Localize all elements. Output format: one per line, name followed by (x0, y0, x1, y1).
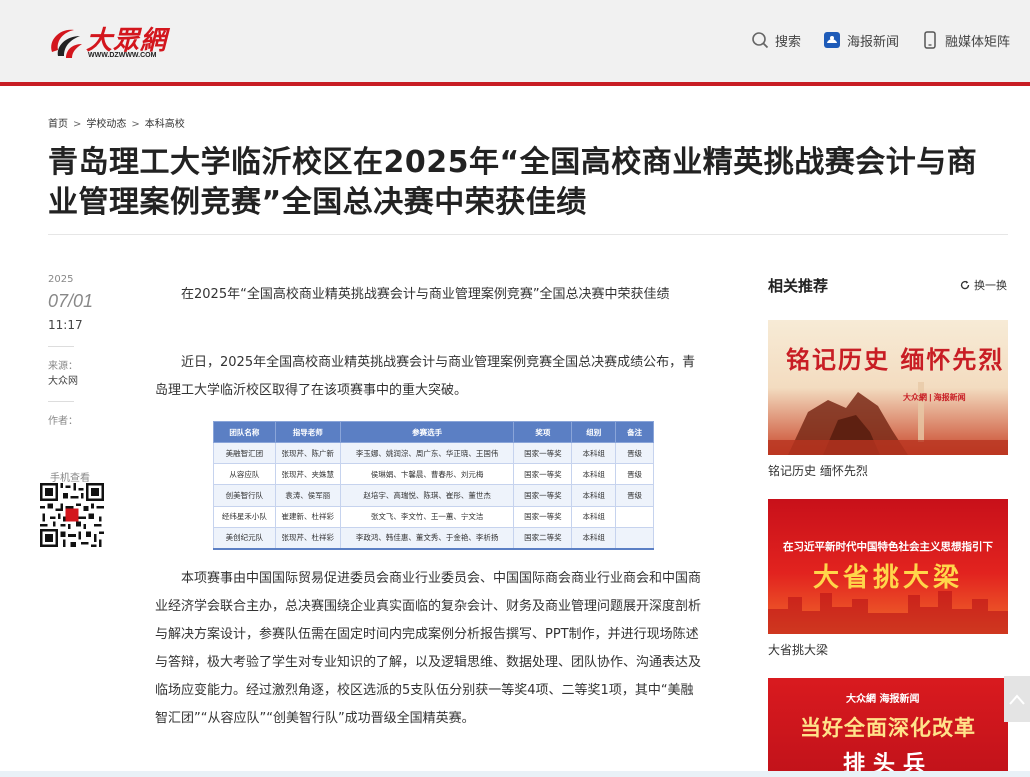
article-paragraph: 在2025年“全国高校商业精英挑战赛会计与商业管理案例竞赛”全国总决赛中荣获佳绩 (181, 287, 670, 302)
meta-source: 大众网 (48, 376, 78, 387)
table-cell: 国家一等奖 (513, 505, 573, 528)
table-cell: 创美智行队 (213, 484, 276, 507)
header-nav: 搜索 海报新闻 融媒体矩阵 (751, 28, 1010, 52)
recommend-card-image[interactable]: 铭记历史 缅怀先烈 大众網 | 海报新闻 (768, 320, 1008, 455)
table-header: 指导老师 (274, 421, 341, 443)
refresh-icon (960, 280, 970, 290)
table-cell: 本科组 (571, 526, 617, 550)
monument-illustration-icon: 大众網 | 海报新闻 (768, 382, 1008, 455)
card-image-subtitle: 大众網 海报新闻 (846, 694, 920, 705)
back-to-top-button[interactable] (1004, 676, 1030, 722)
table-cell: 张文飞、李文竹、王一蕙、宁文洁 (339, 505, 515, 528)
table-cell: 美融智汇团 (213, 441, 276, 465)
article-meta: 2025 07/01 11:17 来源： 大众网 作者： (48, 274, 128, 427)
breadcrumb-school-news[interactable]: 学校动态 (86, 119, 126, 130)
table-cell: 赵培宇、高瑞悦、陈琪、崔彤、董世杰 (339, 484, 515, 507)
table-cell: 李政鸿、韩佳惠、董文秀、于金艳、李析扬 (339, 526, 515, 550)
table-row: 从容应队 张现芹、夹姝慧 侯琳娟、卞馨晨、曹春彤、刘元梅 国家一等奖 本科组 晋… (213, 463, 654, 486)
nav-search-label: 搜索 (774, 34, 801, 50)
table-cell: 侯琳娟、卞馨晨、曹春彤、刘元梅 (339, 463, 515, 486)
table-cell: 本科组 (571, 484, 617, 507)
meta-divider (48, 346, 74, 347)
logo-swoosh-icon (51, 29, 82, 58)
refresh-button[interactable]: 换一换 (960, 277, 1007, 293)
sidebar-title: 相关推荐 (768, 277, 829, 295)
table-cell: 美创纪元队 (213, 526, 276, 550)
article-paragraph: 本项赛事由中国国际贸易促进委员会商业行业委员会、中国国际商会商业行业商会和中国商… (155, 571, 702, 726)
table-header-row: 团队名称 指导老师 参赛选手 奖项 组别 备注 (213, 421, 654, 443)
top-header: 大眾網 WWW.DZWWW.COM 搜索 海报新闻 融媒体矩阵 (0, 0, 1030, 82)
table-cell: 从容应队 (213, 463, 276, 486)
table-cell: 国家一等奖 (513, 463, 573, 486)
table-cell: 经纬星禾小队 (213, 505, 276, 528)
article-paragraph: 近日，2025年全国高校商业精英挑战赛会计与商业管理案例竞赛全国总决赛成绩公布，… (155, 355, 696, 398)
table-cell: 本科组 (571, 463, 617, 486)
logo-url: WWW.DZWWW.COM (88, 52, 157, 59)
meta-author-label: 作者： (48, 416, 78, 427)
search-icon (752, 32, 769, 49)
table-cell: 本科组 (571, 441, 617, 465)
table-header: 团队名称 (213, 421, 276, 443)
table-header: 备注 (615, 421, 654, 443)
table-cell (615, 505, 654, 528)
city-skyline-icon (768, 591, 1008, 634)
table-cell: 国家一等奖 (513, 441, 573, 465)
breadcrumb-home[interactable]: 首页 (48, 119, 68, 130)
nav-haibao-label: 海报新闻 (846, 34, 899, 50)
recommend-card-caption[interactable]: 铭记历史 缅怀先烈 (768, 462, 868, 479)
nav-search[interactable]: 搜索 (751, 31, 801, 50)
title-divider (48, 234, 1008, 235)
table-cell (615, 526, 654, 550)
site-logo[interactable]: 大眾網 WWW.DZWWW.COM (46, 20, 166, 64)
nav-matrix[interactable]: 融媒体矩阵 (921, 31, 1010, 50)
nav-matrix-label: 融媒体矩阵 (944, 34, 1010, 50)
table-row: 创美智行队 袁涛、侯军丽 赵培宇、高瑞悦、陈琪、崔彤、董世杰 国家一等奖 本科组… (213, 484, 654, 507)
meta-date: 07/01 (48, 291, 94, 311)
meta-divider (48, 401, 74, 402)
table-cell: 国家二等奖 (513, 526, 573, 550)
table-cell: 晋级 (615, 441, 654, 465)
table-cell: 本科组 (571, 505, 617, 528)
recommend-card-caption[interactable]: 大省挑大梁 (768, 641, 828, 658)
table-cell: 张现芹、杜祥彩 (274, 526, 341, 550)
page-title: 青岛理工大学临沂校区在2025年“全国高校商业精英挑战赛会计与商业管理案例竞赛”… (48, 145, 978, 220)
table-header: 参赛选手 (339, 421, 515, 443)
table-row: 经纬星禾小队 崔建新、杜祥彩 张文飞、李文竹、王一蕙、宁文洁 国家一等奖 本科组 (213, 505, 654, 528)
table-cell: 晋级 (615, 484, 654, 507)
header-divider (0, 82, 1030, 86)
table-row: 美融智汇团 张现芹、陈广新 李玉娜、姚润淙、周广东、华正晓、王国伟 国家一等奖 … (213, 441, 654, 465)
table-cell: 张现芹、夹姝慧 (274, 463, 341, 486)
breadcrumb-undergrad[interactable]: 本科高校 (145, 119, 185, 130)
card-image-text: 当好全面深化改革 (800, 715, 976, 740)
table-row: 美创纪元队 张现芹、杜祥彩 李政鸿、韩佳惠、董文秀、于金艳、李析扬 国家二等奖 … (213, 526, 654, 550)
meta-year: 2025 (48, 274, 74, 285)
mobile-phone-icon (924, 31, 936, 49)
meta-source-label: 来源： (48, 361, 78, 372)
awards-table: 团队名称 指导老师 参赛选手 奖项 组别 备注 美融智汇团 张现芹、陈广新 李玉… (213, 421, 654, 550)
table-header: 组别 (571, 421, 617, 443)
bottom-strip (0, 771, 1030, 777)
recommend-card-image[interactable]: 在习近平新时代中国特色社会主义思想指引下 大省挑大梁 (768, 499, 1008, 634)
nav-haibao[interactable]: 海报新闻 (823, 31, 899, 50)
table-bottom-border (213, 548, 654, 550)
meta-time: 11:17 (48, 318, 83, 332)
table-cell: 袁涛、侯军丽 (274, 484, 341, 507)
haibao-app-icon (823, 32, 840, 48)
recommend-card-image[interactable]: 大众網 海报新闻 当好全面深化改革 排头兵 (768, 678, 1008, 777)
table-cell: 张现芹、陈广新 (274, 441, 341, 465)
table-cell: 国家一等奖 (513, 484, 573, 507)
table-cell: 李玉娜、姚润淙、周广东、华正晓、王国伟 (339, 441, 515, 465)
breadcrumb: 首页 > 学校动态 > 本科高校 (48, 119, 185, 130)
phone-view-label: 手机查看 (50, 473, 90, 484)
chevron-up-icon (1009, 694, 1025, 705)
table-header: 奖项 (513, 421, 573, 443)
svg-text:大众網 | 海报新闻: 大众網 | 海报新闻 (903, 392, 966, 402)
qr-code-icon (40, 483, 104, 547)
refresh-label: 换一换 (974, 279, 1007, 292)
table-cell: 晋级 (615, 463, 654, 486)
table-cell: 崔建新、杜祥彩 (274, 505, 341, 528)
